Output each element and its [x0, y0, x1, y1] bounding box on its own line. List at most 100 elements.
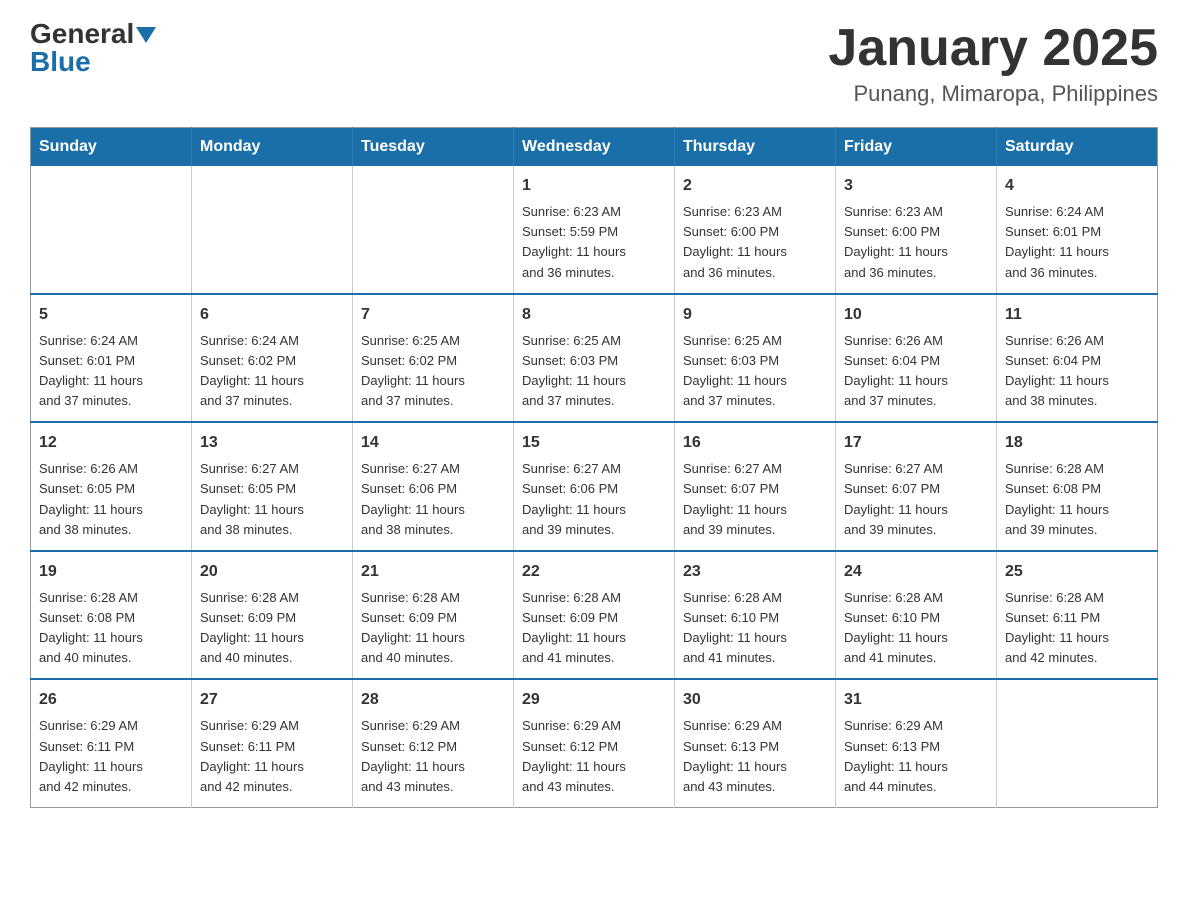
logo-general-row: General: [30, 20, 156, 48]
calendar-cell: 22 Sunrise: 6:28 AM Sunset: 6:09 PM Dayli…: [514, 551, 675, 680]
day-number: 1: [522, 174, 666, 198]
calendar-cell: 27 Sunrise: 6:29 AM Sunset: 6:11 PM Dayli…: [192, 679, 353, 807]
day-info: Sunrise: 6:26 AM Sunset: 6:04 PM Dayligh…: [844, 331, 988, 412]
day-info: Sunrise: 6:24 AM Sunset: 6:01 PM Dayligh…: [1005, 202, 1149, 283]
calendar-cell: 10Sunrise: 6:26 AM Sunset: 6:04 PM Dayli…: [836, 294, 997, 423]
day-number: 21: [361, 560, 505, 584]
calendar-week-5: 26Sunrise: 6:29 AM Sunset: 6:11 PM Dayli…: [31, 679, 1158, 807]
day-number: 11: [1005, 303, 1149, 327]
day-info: Sunrise: 6:23 AM Sunset: 5:59 PM Dayligh…: [522, 202, 666, 283]
month-title: January 2025: [828, 20, 1158, 77]
day-number: 12: [39, 431, 183, 455]
calendar-week-1: 1 Sunrise: 6:23 AM Sunset: 5:59 PM Daylig…: [31, 166, 1158, 294]
day-info: Sunrise: 6:28 AM Sunset: 6:10 PM Dayligh…: [844, 588, 988, 669]
day-number: 17: [844, 431, 988, 455]
header-friday: Friday: [836, 128, 997, 167]
calendar-cell: 28 Sunrise: 6:29 AM Sunset: 6:12 PM Dayli…: [353, 679, 514, 807]
day-number: 9: [683, 303, 827, 327]
calendar-cell: 30 Sunrise: 6:29 AM Sunset: 6:13 PM Dayli…: [675, 679, 836, 807]
day-number: 8: [522, 303, 666, 327]
calendar-cell: 20 Sunrise: 6:28 AM Sunset: 6:09 PM Dayli…: [192, 551, 353, 680]
day-number: 30: [683, 688, 827, 712]
calendar-cell: 3 Sunrise: 6:23 AM Sunset: 6:00 PM Daylig…: [836, 166, 997, 294]
day-number: 3: [844, 174, 988, 198]
header-tuesday: Tuesday: [353, 128, 514, 167]
day-number: 13: [200, 431, 344, 455]
calendar-week-2: 5 Sunrise: 6:24 AM Sunset: 6:01 PM Daylig…: [31, 294, 1158, 423]
day-info: Sunrise: 6:28 AM Sunset: 6:11 PM Dayligh…: [1005, 588, 1149, 669]
header-wednesday: Wednesday: [514, 128, 675, 167]
day-info: Sunrise: 6:27 AM Sunset: 6:07 PM Dayligh…: [683, 459, 827, 540]
day-info: Sunrise: 6:25 AM Sunset: 6:03 PM Dayligh…: [683, 331, 827, 412]
day-info: Sunrise: 6:29 AM Sunset: 6:12 PM Dayligh…: [522, 716, 666, 797]
day-info: Sunrise: 6:28 AM Sunset: 6:09 PM Dayligh…: [361, 588, 505, 669]
day-number: 5: [39, 303, 183, 327]
logo-blue-text: Blue: [30, 46, 91, 77]
day-info: Sunrise: 6:23 AM Sunset: 6:00 PM Dayligh…: [844, 202, 988, 283]
calendar-cell: 2Sunrise: 6:23 AM Sunset: 6:00 PM Daylig…: [675, 166, 836, 294]
calendar-cell: 18 Sunrise: 6:28 AM Sunset: 6:08 PM Dayli…: [997, 422, 1158, 551]
calendar-cell: 24 Sunrise: 6:28 AM Sunset: 6:10 PM Dayli…: [836, 551, 997, 680]
day-number: 18: [1005, 431, 1149, 455]
day-info: Sunrise: 6:28 AM Sunset: 6:08 PM Dayligh…: [1005, 459, 1149, 540]
day-number: 28: [361, 688, 505, 712]
calendar-cell: 7Sunrise: 6:25 AM Sunset: 6:02 PM Daylig…: [353, 294, 514, 423]
calendar-cell: 29Sunrise: 6:29 AM Sunset: 6:12 PM Dayli…: [514, 679, 675, 807]
logo-general-text: General: [30, 18, 134, 49]
day-number: 22: [522, 560, 666, 584]
day-info: Sunrise: 6:29 AM Sunset: 6:13 PM Dayligh…: [683, 716, 827, 797]
day-info: Sunrise: 6:26 AM Sunset: 6:05 PM Dayligh…: [39, 459, 183, 540]
header-sunday: Sunday: [31, 128, 192, 167]
calendar-cell: 1 Sunrise: 6:23 AM Sunset: 5:59 PM Daylig…: [514, 166, 675, 294]
page-header: General Blue January 2025 Punang, Mimaro…: [30, 20, 1158, 107]
day-number: 15: [522, 431, 666, 455]
day-number: 24: [844, 560, 988, 584]
header-monday: Monday: [192, 128, 353, 167]
calendar-cell: 16Sunrise: 6:27 AM Sunset: 6:07 PM Dayli…: [675, 422, 836, 551]
calendar-cell: 6Sunrise: 6:24 AM Sunset: 6:02 PM Daylig…: [192, 294, 353, 423]
calendar-body: 1 Sunrise: 6:23 AM Sunset: 5:59 PM Daylig…: [31, 166, 1158, 807]
day-info: Sunrise: 6:28 AM Sunset: 6:09 PM Dayligh…: [200, 588, 344, 669]
calendar-cell: 4Sunrise: 6:24 AM Sunset: 6:01 PM Daylig…: [997, 166, 1158, 294]
day-number: 14: [361, 431, 505, 455]
logo-triangle-icon: [136, 27, 156, 43]
day-info: Sunrise: 6:28 AM Sunset: 6:09 PM Dayligh…: [522, 588, 666, 669]
day-number: 2: [683, 174, 827, 198]
day-info: Sunrise: 6:27 AM Sunset: 6:05 PM Dayligh…: [200, 459, 344, 540]
calendar-cell: 25 Sunrise: 6:28 AM Sunset: 6:11 PM Dayli…: [997, 551, 1158, 680]
calendar-cell: 5 Sunrise: 6:24 AM Sunset: 6:01 PM Daylig…: [31, 294, 192, 423]
calendar-week-4: 19 Sunrise: 6:28 AM Sunset: 6:08 PM Dayli…: [31, 551, 1158, 680]
day-number: 27: [200, 688, 344, 712]
day-info: Sunrise: 6:25 AM Sunset: 6:02 PM Dayligh…: [361, 331, 505, 412]
calendar-cell: 14 Sunrise: 6:27 AM Sunset: 6:06 PM Dayli…: [353, 422, 514, 551]
day-number: 20: [200, 560, 344, 584]
calendar-cell: 13 Sunrise: 6:27 AM Sunset: 6:05 PM Dayli…: [192, 422, 353, 551]
day-info: Sunrise: 6:24 AM Sunset: 6:02 PM Dayligh…: [200, 331, 344, 412]
day-info: Sunrise: 6:27 AM Sunset: 6:07 PM Dayligh…: [844, 459, 988, 540]
day-info: Sunrise: 6:29 AM Sunset: 6:12 PM Dayligh…: [361, 716, 505, 797]
calendar-cell: 26Sunrise: 6:29 AM Sunset: 6:11 PM Dayli…: [31, 679, 192, 807]
day-info: Sunrise: 6:27 AM Sunset: 6:06 PM Dayligh…: [361, 459, 505, 540]
calendar-cell: 9 Sunrise: 6:25 AM Sunset: 6:03 PM Daylig…: [675, 294, 836, 423]
day-info: Sunrise: 6:28 AM Sunset: 6:08 PM Dayligh…: [39, 588, 183, 669]
title-block: January 2025 Punang, Mimaropa, Philippin…: [828, 20, 1158, 107]
calendar-cell: [31, 166, 192, 294]
calendar-header: SundayMondayTuesdayWednesdayThursdayFrid…: [31, 128, 1158, 167]
calendar-cell: 19 Sunrise: 6:28 AM Sunset: 6:08 PM Dayli…: [31, 551, 192, 680]
calendar-cell: [997, 679, 1158, 807]
calendar-cell: 15Sunrise: 6:27 AM Sunset: 6:06 PM Dayli…: [514, 422, 675, 551]
day-number: 31: [844, 688, 988, 712]
day-number: 25: [1005, 560, 1149, 584]
calendar-week-3: 12 Sunrise: 6:26 AM Sunset: 6:05 PM Dayli…: [31, 422, 1158, 551]
calendar-cell: 31Sunrise: 6:29 AM Sunset: 6:13 PM Dayli…: [836, 679, 997, 807]
logo-blue-row: Blue: [30, 48, 91, 76]
day-info: Sunrise: 6:24 AM Sunset: 6:01 PM Dayligh…: [39, 331, 183, 412]
calendar-cell: 8Sunrise: 6:25 AM Sunset: 6:03 PM Daylig…: [514, 294, 675, 423]
calendar-table: SundayMondayTuesdayWednesdayThursdayFrid…: [30, 127, 1158, 808]
day-number: 19: [39, 560, 183, 584]
calendar-cell: [192, 166, 353, 294]
logo: General Blue: [30, 20, 156, 76]
calendar-cell: [353, 166, 514, 294]
day-info: Sunrise: 6:29 AM Sunset: 6:11 PM Dayligh…: [200, 716, 344, 797]
calendar-cell: 23Sunrise: 6:28 AM Sunset: 6:10 PM Dayli…: [675, 551, 836, 680]
